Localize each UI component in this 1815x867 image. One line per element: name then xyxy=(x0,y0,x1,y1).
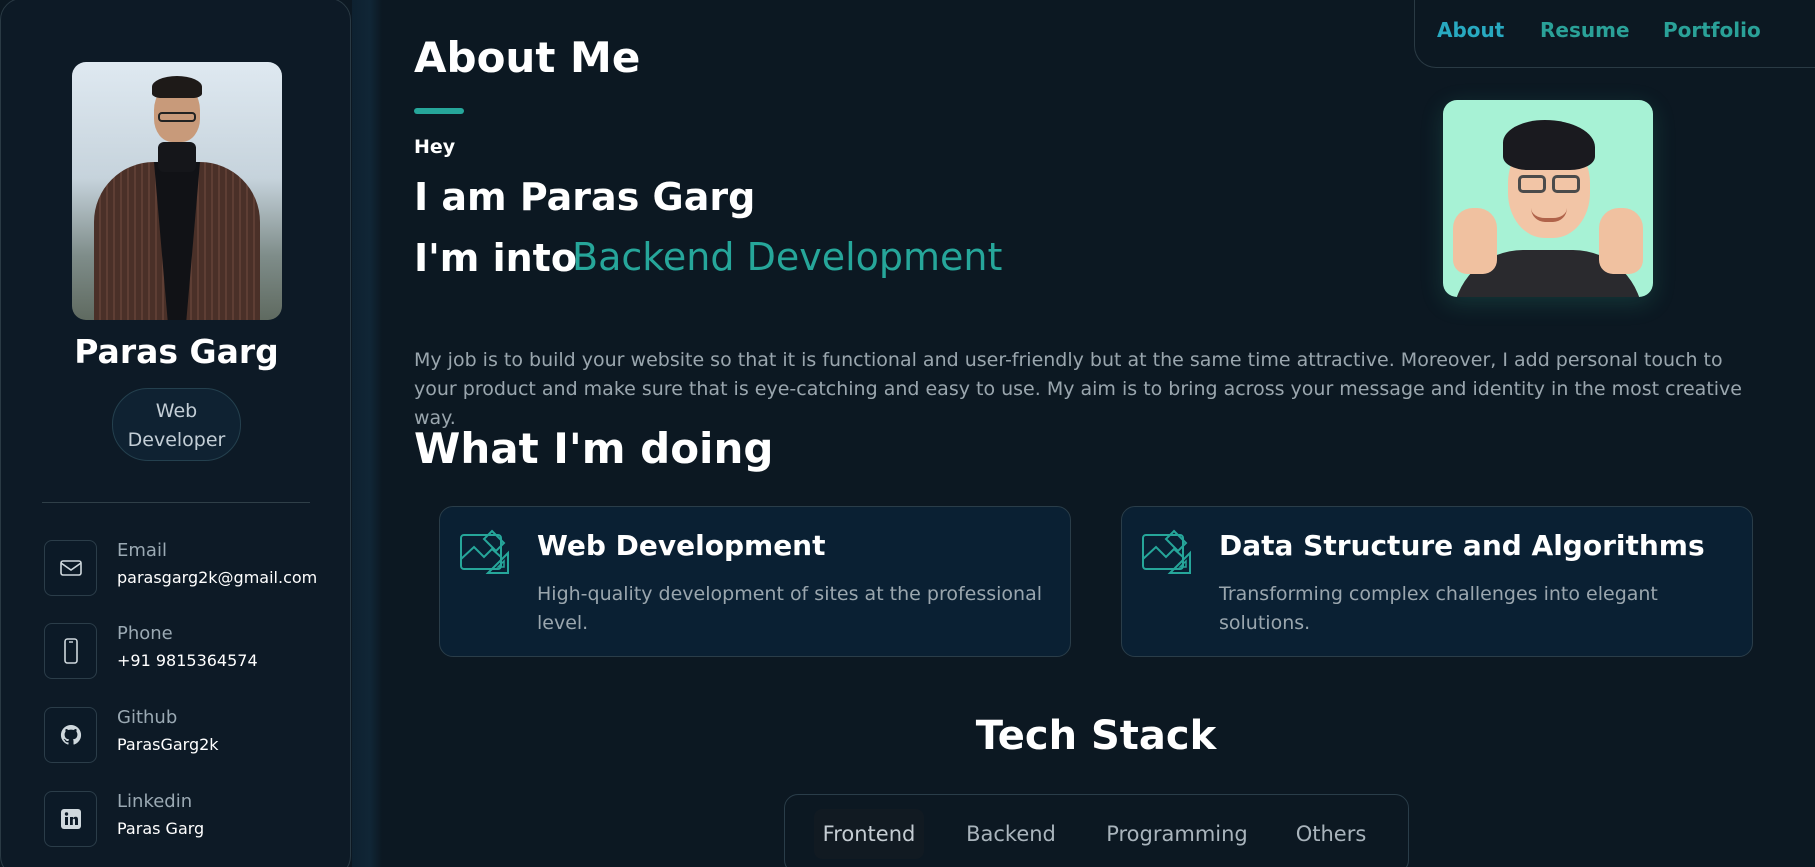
nav-about[interactable]: About xyxy=(1437,18,1504,42)
typed-role: Backend Development xyxy=(572,235,1003,279)
service-title: Data Structure and Algorithms xyxy=(1219,529,1705,562)
photo-neck xyxy=(158,142,196,172)
contact-label: Email xyxy=(117,540,167,561)
contact-label: Linkedin xyxy=(117,791,193,812)
service-description: High-quality development of sites at the… xyxy=(537,583,1043,634)
about-paragraph: My job is to build your website so that … xyxy=(414,349,1742,429)
memoji-hair xyxy=(1503,120,1595,170)
contact-email: Email parasgarg2k@gmail.com xyxy=(44,540,344,596)
contact-phone: Phone +91 9815364574 xyxy=(44,623,344,679)
tech-stack-title: Tech Stack xyxy=(975,713,1217,759)
email-link[interactable]: parasgarg2k@gmail.com xyxy=(117,568,317,587)
photo-glasses xyxy=(158,112,196,122)
service-card-web: Web Development High-quality development… xyxy=(439,506,1071,657)
profile-role-badge: Web Developer xyxy=(112,388,241,461)
profile-name: Paras Garg xyxy=(74,332,279,371)
memoji-glasses xyxy=(1518,175,1546,193)
tab-programming[interactable]: Programming xyxy=(1103,809,1251,859)
design-tools-icon xyxy=(1142,529,1191,574)
design-tools-icon xyxy=(460,529,509,574)
phone-link[interactable]: +91 9815364574 xyxy=(117,651,258,670)
profile-photo xyxy=(72,62,282,320)
greeting: Hey xyxy=(414,136,456,158)
top-nav: About Resume Portfolio xyxy=(1414,0,1815,68)
memoji-avatar xyxy=(1443,100,1653,297)
tab-backend[interactable]: Backend xyxy=(963,809,1059,859)
nav-portfolio[interactable]: Portfolio xyxy=(1663,18,1761,42)
thumbs-up-icon xyxy=(1599,208,1643,274)
title-underline xyxy=(414,108,464,114)
into-prefix: I'm into xyxy=(414,236,577,280)
intro-heading: I am Paras Garg xyxy=(414,175,756,219)
contact-linkedin: Linkedin Paras Garg xyxy=(44,791,344,847)
mail-icon xyxy=(44,540,97,596)
thumbs-up-icon xyxy=(1453,208,1497,274)
service-description: Transforming complex challenges into ele… xyxy=(1219,583,1658,634)
nav-resume[interactable]: Resume xyxy=(1540,18,1630,42)
page-title: About Me xyxy=(414,33,641,82)
tab-others[interactable]: Others xyxy=(1293,809,1369,859)
service-title: Web Development xyxy=(537,529,826,562)
memoji-glasses xyxy=(1552,175,1580,193)
contact-label: Phone xyxy=(117,623,173,644)
service-card-dsa: Data Structure and Algorithms Transformi… xyxy=(1121,506,1753,657)
tech-stack-tabs: Frontend Backend Programming Others xyxy=(784,794,1409,867)
tab-frontend[interactable]: Frontend xyxy=(814,809,924,859)
photo-hair xyxy=(152,76,202,98)
phone-icon xyxy=(44,623,97,679)
services-title: What I'm doing xyxy=(414,424,774,473)
linkedin-link[interactable]: Paras Garg xyxy=(117,819,204,838)
linkedin-icon xyxy=(44,791,97,847)
sidebar-divider xyxy=(42,502,310,503)
